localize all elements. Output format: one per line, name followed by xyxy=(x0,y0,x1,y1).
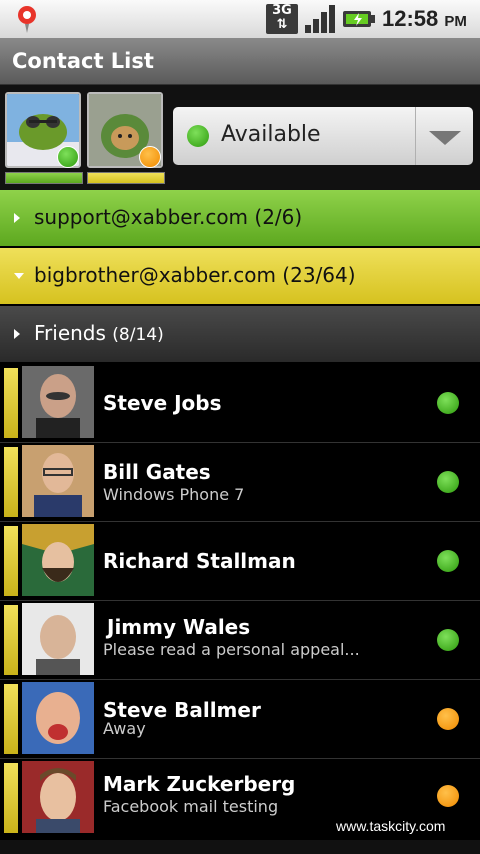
account-color-bar xyxy=(5,172,83,184)
account-color-stripe xyxy=(4,368,18,438)
contact-name: Bill Gates xyxy=(103,460,211,484)
online-status-icon xyxy=(437,550,459,572)
status-selector-divider xyxy=(415,107,416,165)
group-label: bigbrother@xabber.com (23/64) xyxy=(34,263,356,287)
group-bigbrother[interactable]: bigbrother@xabber.com (23/64) xyxy=(0,248,480,304)
contact-avatar xyxy=(22,603,94,675)
online-status-icon xyxy=(437,629,459,651)
group-support[interactable]: support@xabber.com (2/6) xyxy=(0,190,480,246)
away-clock-icon xyxy=(437,785,459,807)
online-status-icon xyxy=(57,146,79,168)
next-contact-row-partial xyxy=(0,840,480,854)
contact-avatar xyxy=(22,682,94,754)
network-3g-icon: 3G ⇅ xyxy=(266,4,298,34)
status-selector-label: Available xyxy=(221,122,321,147)
expand-arrow-icon xyxy=(14,329,20,339)
chevron-down-icon[interactable] xyxy=(429,131,461,145)
battery-charging-icon xyxy=(343,11,375,27)
contact-avatar xyxy=(22,761,94,833)
contact-row[interactable]: Steve Jobs xyxy=(0,364,480,443)
contact-row[interactable]: Richard Stallman xyxy=(0,522,480,601)
account-color-stripe xyxy=(4,605,18,675)
account-avatar-support[interactable] xyxy=(5,92,83,184)
account-color-stripe xyxy=(4,763,18,833)
page-title: Contact List xyxy=(12,49,154,73)
status-bar: 3G ⇅ 12:58 PM xyxy=(0,0,480,38)
contact-avatar xyxy=(22,366,94,438)
contact-name: Richard Stallman xyxy=(103,549,296,573)
away-clock-icon xyxy=(437,708,459,730)
group-friends[interactable]: Friends (8/14) xyxy=(0,306,480,362)
account-color-stripe xyxy=(4,684,18,754)
online-status-icon xyxy=(437,471,459,493)
contact-row[interactable]: Bill Gates Windows Phone 7 xyxy=(0,443,480,522)
contact-avatar xyxy=(22,524,94,596)
collapse-arrow-icon xyxy=(14,273,24,279)
signal-strength-icon xyxy=(305,5,335,33)
contact-status-text: Facebook mail testing xyxy=(103,797,279,816)
account-color-bar xyxy=(87,172,165,184)
group-label: support@xabber.com (2/6) xyxy=(34,205,303,229)
title-bar: Contact List xyxy=(0,38,480,85)
expand-arrow-icon xyxy=(14,213,20,223)
contact-avatar xyxy=(22,445,94,517)
app-notification-icon xyxy=(18,6,36,33)
contact-status-text: Away xyxy=(103,719,146,738)
contact-status-text: Windows Phone 7 xyxy=(103,485,245,504)
contact-name: Steve Jobs xyxy=(103,391,222,415)
account-color-stripe xyxy=(4,447,18,517)
account-avatar-bigbrother[interactable] xyxy=(87,92,165,184)
clock: 12:58 PM xyxy=(382,6,467,31)
account-color-stripe xyxy=(4,526,18,596)
online-status-icon xyxy=(437,392,459,414)
watermark: www.taskcity.com xyxy=(336,818,446,834)
contact-name: Jimmy Wales xyxy=(107,615,251,639)
contact-row[interactable]: Jimmy Wales Please read a personal appea… xyxy=(0,601,480,680)
contact-status-text: Please read a personal appeal... xyxy=(103,640,360,659)
contact-name: Mark Zuckerberg xyxy=(103,772,296,796)
available-status-icon xyxy=(187,125,209,147)
away-clock-icon xyxy=(139,146,161,168)
contact-row[interactable]: Steve Ballmer Away xyxy=(0,680,480,759)
status-selector[interactable]: Available xyxy=(173,107,473,165)
group-label: Friends (8/14) xyxy=(34,321,164,345)
